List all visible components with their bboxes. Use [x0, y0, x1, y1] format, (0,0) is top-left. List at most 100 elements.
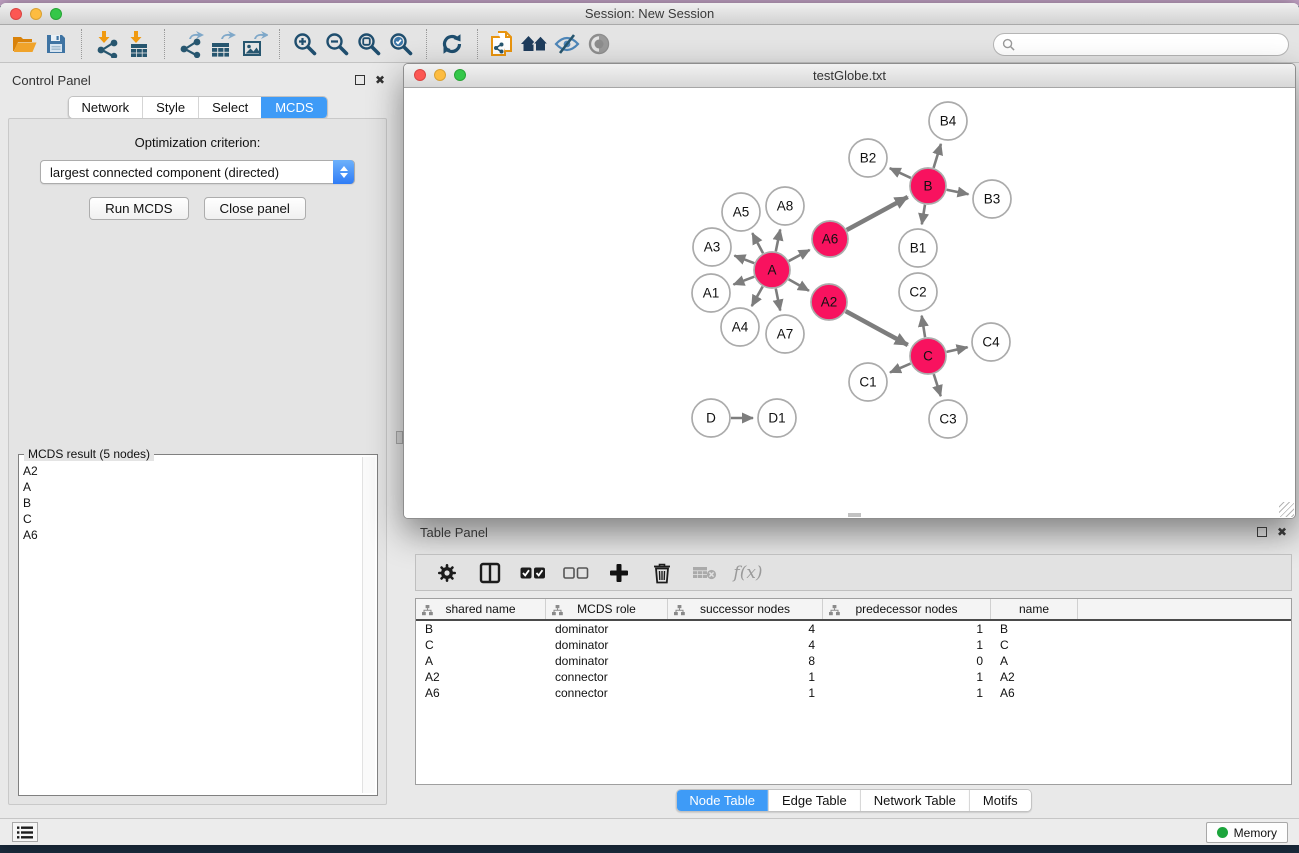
- graph-node-c[interactable]: C: [910, 338, 946, 374]
- result-item-b[interactable]: B: [23, 495, 359, 511]
- network-hscroll-thumb[interactable]: [848, 513, 861, 517]
- graph-node-b1[interactable]: B1: [899, 229, 937, 267]
- table-row-a2[interactable]: A2connector11A2: [416, 669, 1291, 685]
- graph-node-b2[interactable]: B2: [849, 139, 887, 177]
- result-item-a2[interactable]: A2: [23, 463, 359, 479]
- edge-a-a3[interactable]: [734, 256, 754, 264]
- graph-node-c1[interactable]: C1: [849, 363, 887, 401]
- memory-button[interactable]: Memory: [1206, 822, 1288, 843]
- graph-node-c4[interactable]: C4: [972, 323, 1010, 361]
- graph-node-c2[interactable]: C2: [899, 273, 937, 311]
- toggle-column-icon[interactable]: [477, 558, 503, 588]
- network-titlebar[interactable]: testGlobe.txt: [404, 64, 1295, 88]
- graph-node-a1[interactable]: A1: [692, 274, 730, 312]
- graph-node-b3[interactable]: B3: [973, 180, 1011, 218]
- export-network-icon[interactable]: [174, 29, 206, 59]
- edge-a6-b[interactable]: [847, 197, 908, 230]
- delete-trash-icon[interactable]: [649, 558, 675, 588]
- result-item-c[interactable]: C: [23, 511, 359, 527]
- table-tab-edge-table[interactable]: Edge Table: [768, 790, 860, 811]
- graph-node-a[interactable]: A: [754, 252, 790, 288]
- network-canvas[interactable]: B4 B2 B B3 A5A8A6 A3 A B1 A1 C2 A2 A4A7 C C4 C1 C3 D D1: [404, 88, 1295, 518]
- table-row-a[interactable]: Adominator80A: [416, 653, 1291, 669]
- edge-b-b4[interactable]: [934, 144, 941, 168]
- table-row-c[interactable]: Cdominator41C: [416, 637, 1291, 653]
- zoom-fit-icon[interactable]: [353, 29, 385, 59]
- zoom-out-icon[interactable]: [321, 29, 353, 59]
- column-header-name[interactable]: name: [991, 599, 1078, 619]
- column-header-successor-nodes[interactable]: successor nodes: [668, 599, 823, 619]
- edge-b-b1[interactable]: [922, 205, 925, 225]
- save-session-icon[interactable]: [40, 29, 72, 59]
- edge-c-c3[interactable]: [934, 374, 941, 396]
- run-mcds-button[interactable]: Run MCDS: [89, 197, 188, 220]
- graph-node-a5[interactable]: A5: [722, 193, 760, 231]
- import-network-icon[interactable]: [91, 29, 123, 59]
- edge-a-a4[interactable]: [752, 287, 763, 307]
- add-plus-icon[interactable]: [606, 558, 632, 588]
- result-scrollbar[interactable]: [362, 457, 375, 793]
- edge-a-a1[interactable]: [733, 277, 754, 285]
- table-row-b[interactable]: Bdominator41B: [416, 621, 1291, 637]
- graph-node-a3[interactable]: A3: [693, 228, 731, 266]
- settings-gear-icon[interactable]: [434, 558, 460, 588]
- search-input[interactable]: [1015, 38, 1280, 52]
- list-menu-button[interactable]: [12, 822, 38, 842]
- result-item-a6[interactable]: A6: [23, 527, 359, 543]
- edge-a-a7[interactable]: [776, 289, 780, 311]
- table-tab-network-table[interactable]: Network Table: [860, 790, 969, 811]
- graph-node-d1[interactable]: D1: [758, 399, 796, 437]
- edge-b-b2[interactable]: [890, 168, 911, 178]
- graph-node-a7[interactable]: A7: [766, 315, 804, 353]
- tab-style[interactable]: Style: [142, 97, 198, 118]
- search-field[interactable]: [993, 33, 1289, 56]
- deselect-all-unchecked-icon[interactable]: [563, 558, 589, 588]
- edge-a-a5[interactable]: [752, 233, 763, 253]
- import-table-icon[interactable]: [123, 29, 155, 59]
- hide-eye-slash-icon[interactable]: [551, 29, 583, 59]
- close-panel-icon[interactable]: ✖: [375, 73, 385, 87]
- float-panel-icon[interactable]: [355, 75, 365, 85]
- tab-select[interactable]: Select: [198, 97, 261, 118]
- show-eye-icon[interactable]: [583, 29, 615, 59]
- close-panel-button[interactable]: Close panel: [204, 197, 306, 220]
- edge-a-a6[interactable]: [789, 250, 810, 261]
- edge-c-c2[interactable]: [922, 316, 925, 338]
- edge-a-a2[interactable]: [789, 279, 809, 290]
- close-panel-icon[interactable]: ✖: [1277, 525, 1287, 539]
- select-all-checked-icon[interactable]: [520, 558, 546, 588]
- edge-a-a8[interactable]: [776, 230, 780, 252]
- table-row-a6[interactable]: A6connector11A6: [416, 685, 1291, 701]
- export-table-icon[interactable]: [206, 29, 238, 59]
- export-image-icon[interactable]: [238, 29, 270, 59]
- home-layout-icon[interactable]: [519, 29, 551, 59]
- tab-network[interactable]: Network: [68, 97, 142, 118]
- graph-node-a2[interactable]: A2: [811, 284, 847, 320]
- edge-b-b3[interactable]: [947, 190, 969, 194]
- duplicate-network-icon[interactable]: [487, 29, 519, 59]
- table-tab-motifs[interactable]: Motifs: [969, 790, 1031, 811]
- graph-node-a4[interactable]: A4: [721, 308, 759, 346]
- edge-c-c4[interactable]: [947, 347, 968, 352]
- resize-grip[interactable]: [1279, 502, 1294, 517]
- graph-node-c3[interactable]: C3: [929, 400, 967, 438]
- graph-node-a8[interactable]: A8: [766, 187, 804, 225]
- zoom-selected-icon[interactable]: [385, 29, 417, 59]
- tab-mcds[interactable]: MCDS: [261, 97, 326, 118]
- column-header-mcds-role[interactable]: MCDS role: [546, 599, 668, 619]
- graph-node-b4[interactable]: B4: [929, 102, 967, 140]
- open-file-icon[interactable]: [8, 29, 40, 59]
- graph-node-b[interactable]: B: [910, 168, 946, 204]
- graph-node-d[interactable]: D: [692, 399, 730, 437]
- edge-a2-c[interactable]: [846, 311, 908, 345]
- zoom-in-icon[interactable]: [289, 29, 321, 59]
- graph-node-a6[interactable]: A6: [812, 221, 848, 257]
- splitter-handle[interactable]: [396, 431, 403, 444]
- table-tab-node-table[interactable]: Node Table: [676, 790, 768, 811]
- refresh-layout-icon[interactable]: [436, 29, 468, 59]
- criterion-dropdown[interactable]: largest connected component (directed): [40, 160, 355, 184]
- float-panel-icon[interactable]: [1257, 527, 1267, 537]
- result-item-a[interactable]: A: [23, 479, 359, 495]
- column-header-shared-name[interactable]: shared name: [416, 599, 546, 619]
- column-header-predecessor-nodes[interactable]: predecessor nodes: [823, 599, 991, 619]
